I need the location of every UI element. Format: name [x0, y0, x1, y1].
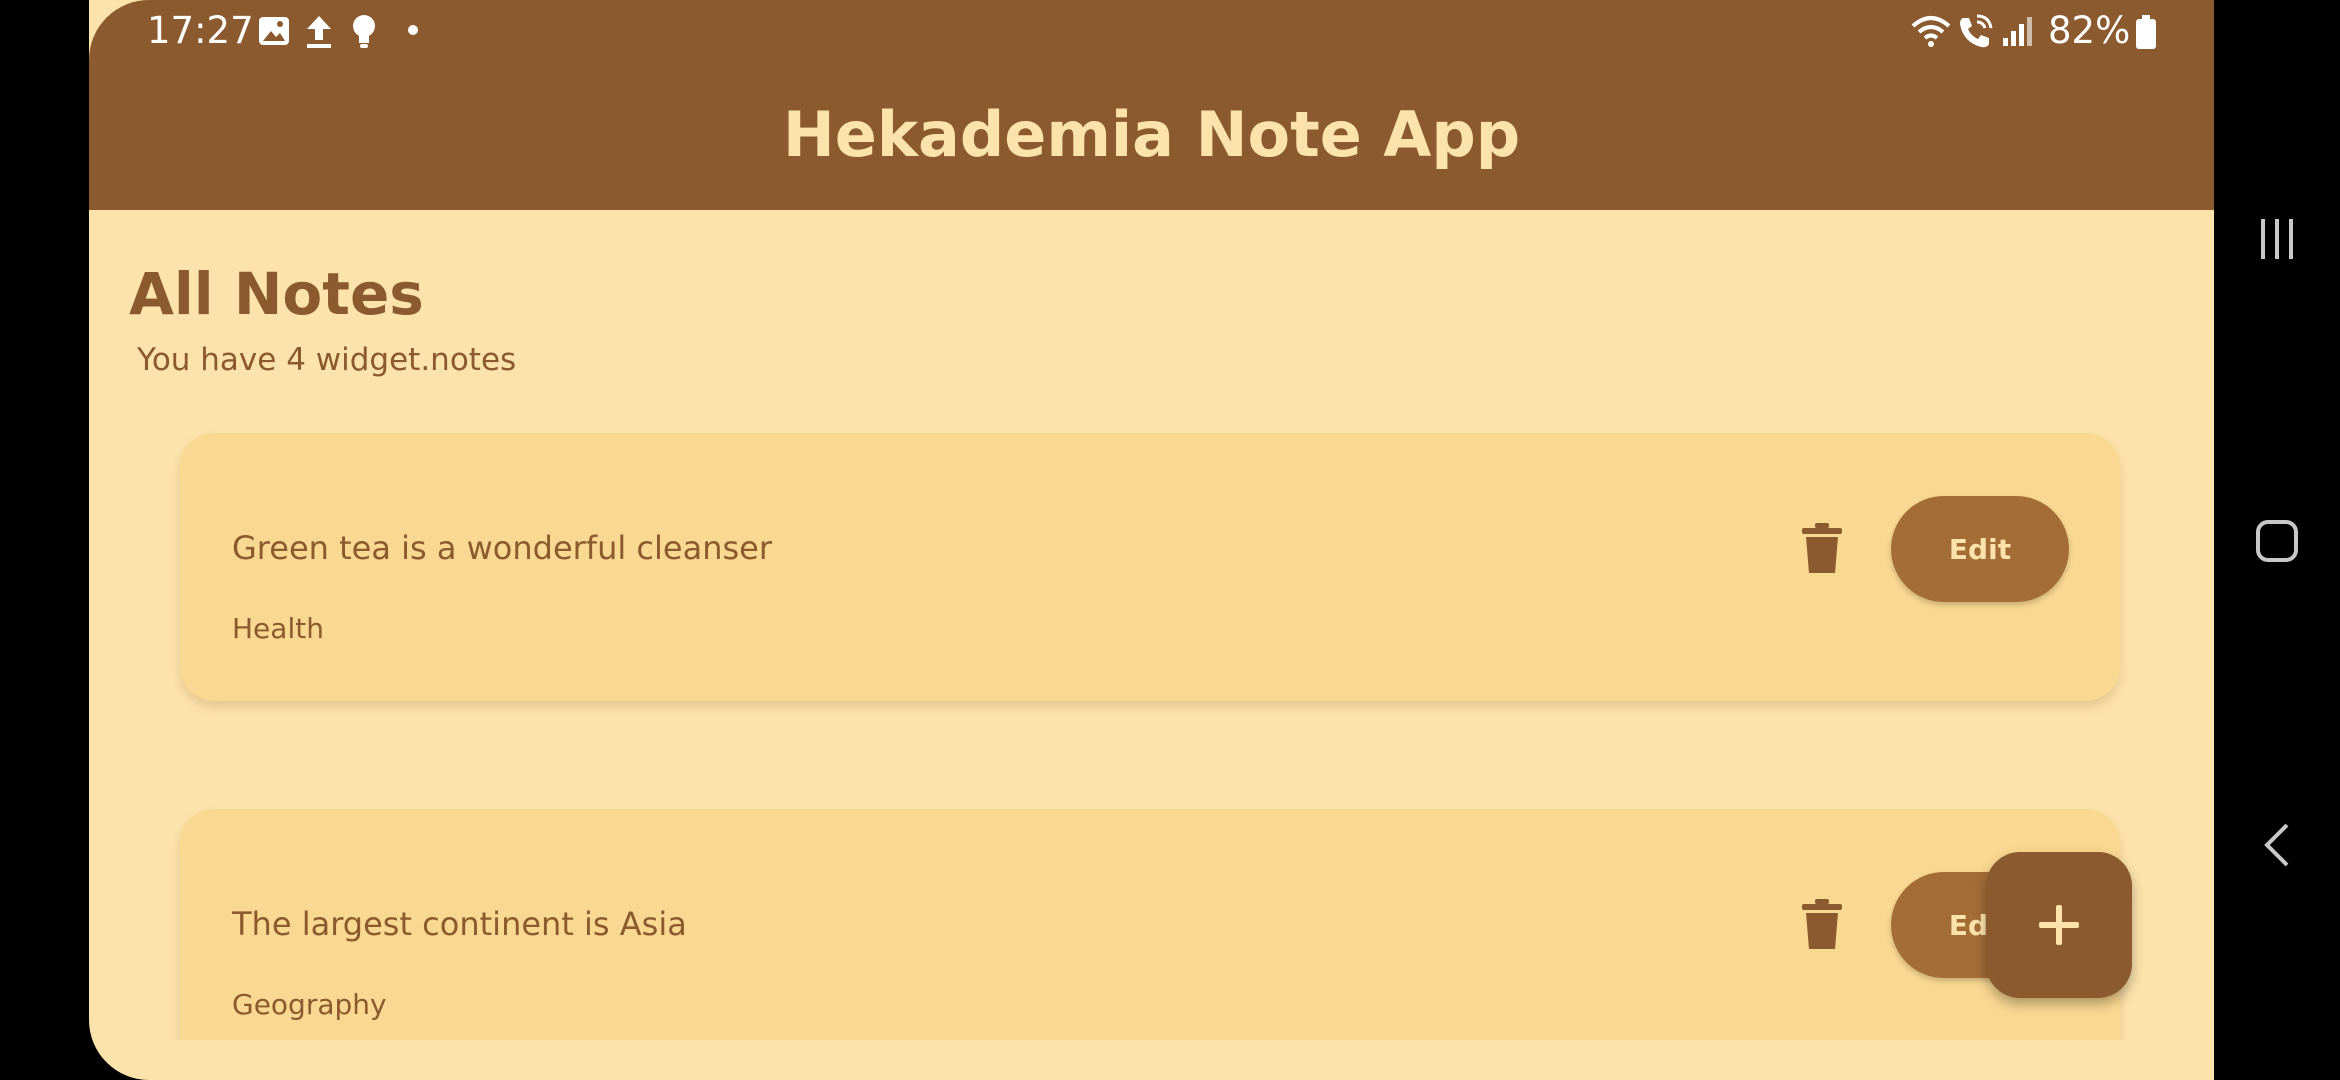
note-category: Health	[232, 612, 324, 645]
wifi-call-icon	[1960, 14, 1993, 48]
home-button[interactable]	[2214, 486, 2340, 596]
app-title: Hekademia Note App	[782, 98, 1521, 171]
status-time: 17:27	[147, 9, 254, 52]
edit-button[interactable]: Edit	[1891, 496, 2069, 602]
delete-button[interactable]	[1794, 889, 1850, 959]
trash-icon	[1802, 523, 1842, 573]
add-note-button[interactable]	[1986, 852, 2132, 998]
back-button[interactable]	[2214, 790, 2340, 900]
upload-icon	[307, 16, 331, 48]
home-icon	[2256, 520, 2298, 562]
recents-button[interactable]	[2214, 184, 2340, 294]
note-title: The largest continent is Asia	[232, 905, 687, 943]
lightbulb-icon	[353, 15, 375, 48]
back-icon	[2264, 823, 2289, 867]
note-title: Green tea is a wonderful cleanser	[232, 529, 772, 567]
section-title: All Notes	[129, 260, 424, 328]
image-icon	[259, 17, 289, 45]
note-card[interactable]: The largest continent is Asia Geography …	[180, 809, 2120, 1040]
recents-icon	[2261, 219, 2293, 259]
trash-icon	[1802, 899, 1842, 949]
battery-percentage: 82%	[2048, 9, 2131, 52]
system-nav-bar	[2214, 0, 2340, 1080]
plus-icon	[2039, 905, 2079, 945]
app-screen: All Notes You have 4 widget.notes Green …	[89, 0, 2214, 1080]
app-bar: 17:27 82% Hekademia Note App	[89, 0, 2214, 210]
note-category: Geography	[232, 988, 387, 1021]
delete-button[interactable]	[1794, 513, 1850, 583]
signal-icon	[2003, 17, 2032, 46]
wifi-icon	[1911, 16, 1951, 47]
note-card[interactable]: Green tea is a wonderful cleanser Health…	[180, 433, 2120, 701]
status-bar: 17:27 82%	[89, 0, 2214, 64]
battery-icon	[2136, 15, 2156, 49]
note-count: You have 4 widget.notes	[137, 342, 517, 378]
dot-icon	[408, 25, 418, 35]
